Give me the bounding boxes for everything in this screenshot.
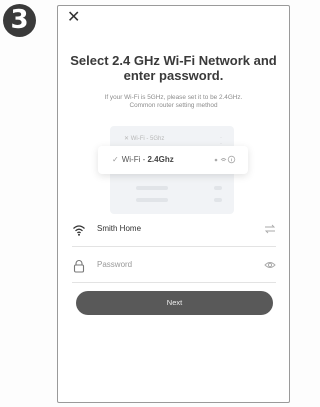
lock-wifi-info-icon: [214, 155, 236, 164]
wifi-network-field[interactable]: Smith Home: [70, 218, 278, 244]
placeholder-bar: [214, 198, 222, 202]
network-24ghz-prefix: Wi-Fi -: [121, 155, 148, 164]
password-field[interactable]: Password: [70, 254, 278, 280]
step-number-badge: 3: [3, 4, 36, 37]
lock-icon: [73, 260, 85, 273]
subtitle-line-1: If your Wi-Fi is 5GHz, please set it to …: [104, 94, 243, 101]
network-5ghz-row: ✕ Wi-Fi - 5Ghz · ·: [124, 135, 222, 147]
next-button[interactable]: Next: [76, 291, 273, 315]
switch-network-icon[interactable]: [264, 224, 276, 234]
network-status-icons: [214, 155, 236, 166]
placeholder-bar: [136, 186, 168, 190]
wifi-icon: [73, 225, 85, 236]
field-divider: [72, 246, 276, 247]
check-icon: ✓: [112, 155, 119, 164]
network-5ghz-label: Wi-Fi - 5Ghz: [130, 136, 165, 142]
eye-icon[interactable]: [264, 260, 276, 270]
password-placeholder: Password: [97, 260, 133, 269]
network-24ghz-row: ✓ Wi-Fi - 2.4Ghz: [112, 155, 174, 164]
network-24ghz-band: 2.4Ghz: [147, 155, 174, 164]
title-line-1: Select 2.4 GHz Wi-Fi Network and: [70, 53, 277, 68]
phone-screen: ✕ Select 2.4 GHz Wi-Fi Network and enter…: [57, 5, 290, 403]
network-24ghz-card: ✓ Wi-Fi - 2.4Ghz: [98, 146, 248, 174]
wifi-network-value: Smith Home: [97, 224, 142, 233]
close-icon[interactable]: ✕: [67, 9, 80, 27]
placeholder-bar: [214, 186, 222, 190]
placeholder-bar: [136, 198, 168, 202]
title-line-2: enter password.: [123, 68, 224, 83]
cross-icon: ✕: [124, 136, 130, 142]
page-subtitle: If your Wi-Fi is 5GHz, please set it to …: [68, 94, 279, 110]
field-divider: [72, 282, 276, 283]
subtitle-line-2: Common router setting method: [129, 102, 218, 109]
page-title: Select 2.4 GHz Wi-Fi Network and enter p…: [68, 53, 279, 83]
